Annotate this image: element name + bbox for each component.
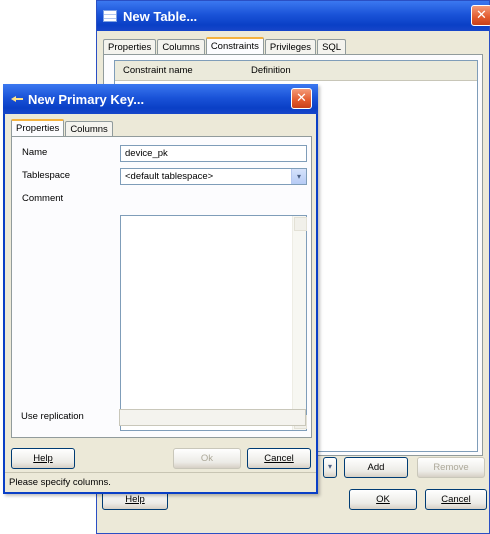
status-text: Please specify columns. (9, 477, 111, 488)
replication-label: Use replication (21, 411, 84, 422)
column-header-constraint-name[interactable]: Constraint name (115, 65, 243, 76)
add-constraint-button[interactable]: Add (344, 457, 408, 478)
new-table-tabs: Properties Columns Constraints Privilege… (103, 37, 347, 55)
remove-constraint-button[interactable]: Remove (417, 457, 485, 478)
cancel-label: Cancel (441, 494, 471, 505)
new-table-titlebar[interactable]: New Table... (97, 1, 489, 31)
tab-properties[interactable]: Properties (11, 119, 65, 137)
comment-label: Comment (22, 193, 64, 204)
dialog-help-button[interactable]: Help (11, 448, 75, 469)
new-primary-key-dialog: New Primary Key... ✕ Properties Columns … (3, 84, 318, 494)
name-field[interactable]: device_pk (120, 145, 307, 162)
cancel-label: Cancel (264, 453, 294, 464)
new-primary-key-titlebar[interactable]: New Primary Key... (3, 84, 318, 114)
name-label: Name (22, 147, 48, 158)
replication-field[interactable] (119, 409, 306, 426)
ok-label: OK (376, 494, 390, 505)
tab-sql[interactable]: SQL (317, 39, 347, 55)
chevron-down-icon: ▾ (327, 462, 332, 471)
help-label: Help (125, 494, 145, 505)
close-icon: ✕ (476, 7, 487, 22)
table-icon (103, 10, 117, 22)
new-table-ok-button[interactable]: OK (349, 489, 417, 510)
chevron-down-icon[interactable]: ▾ (291, 169, 306, 184)
close-icon: ✕ (296, 90, 307, 105)
arrow-left-icon (11, 95, 23, 103)
column-header-definition[interactable]: Definition (243, 65, 291, 76)
comment-scrollbar[interactable] (292, 216, 307, 430)
constraints-grid-header: Constraint name Definition (115, 61, 477, 81)
status-bar: Please specify columns. (5, 472, 316, 492)
new-primary-key-title: New Primary Key... (28, 91, 145, 107)
comment-field[interactable] (120, 215, 307, 431)
new-table-close-button[interactable]: ✕ (471, 5, 490, 26)
new-table-title: New Table... (123, 8, 198, 24)
tab-columns[interactable]: Columns (65, 121, 113, 137)
primary-key-properties-panel: Name device_pk Tablespace <default table… (11, 136, 312, 438)
dialog-cancel-button[interactable]: Cancel (247, 448, 311, 469)
new-table-cancel-button[interactable]: Cancel (425, 489, 487, 510)
tablespace-label: Tablespace (22, 170, 71, 181)
tab-properties[interactable]: Properties (103, 39, 157, 55)
tab-columns[interactable]: Columns (157, 39, 205, 55)
tab-privileges[interactable]: Privileges (264, 39, 317, 55)
dialog-ok-button[interactable]: Ok (173, 448, 241, 469)
tablespace-select[interactable]: <default tablespace> ▾ (120, 168, 307, 185)
tablespace-value: <default tablespace> (125, 171, 214, 182)
help-label: Help (33, 453, 53, 464)
tab-constraints[interactable]: Constraints (205, 37, 264, 55)
primary-key-tabs: Properties Columns (11, 119, 114, 137)
new-primary-key-close-button[interactable]: ✕ (291, 88, 312, 109)
add-type-dropdown-button[interactable]: ▾ (323, 457, 337, 478)
